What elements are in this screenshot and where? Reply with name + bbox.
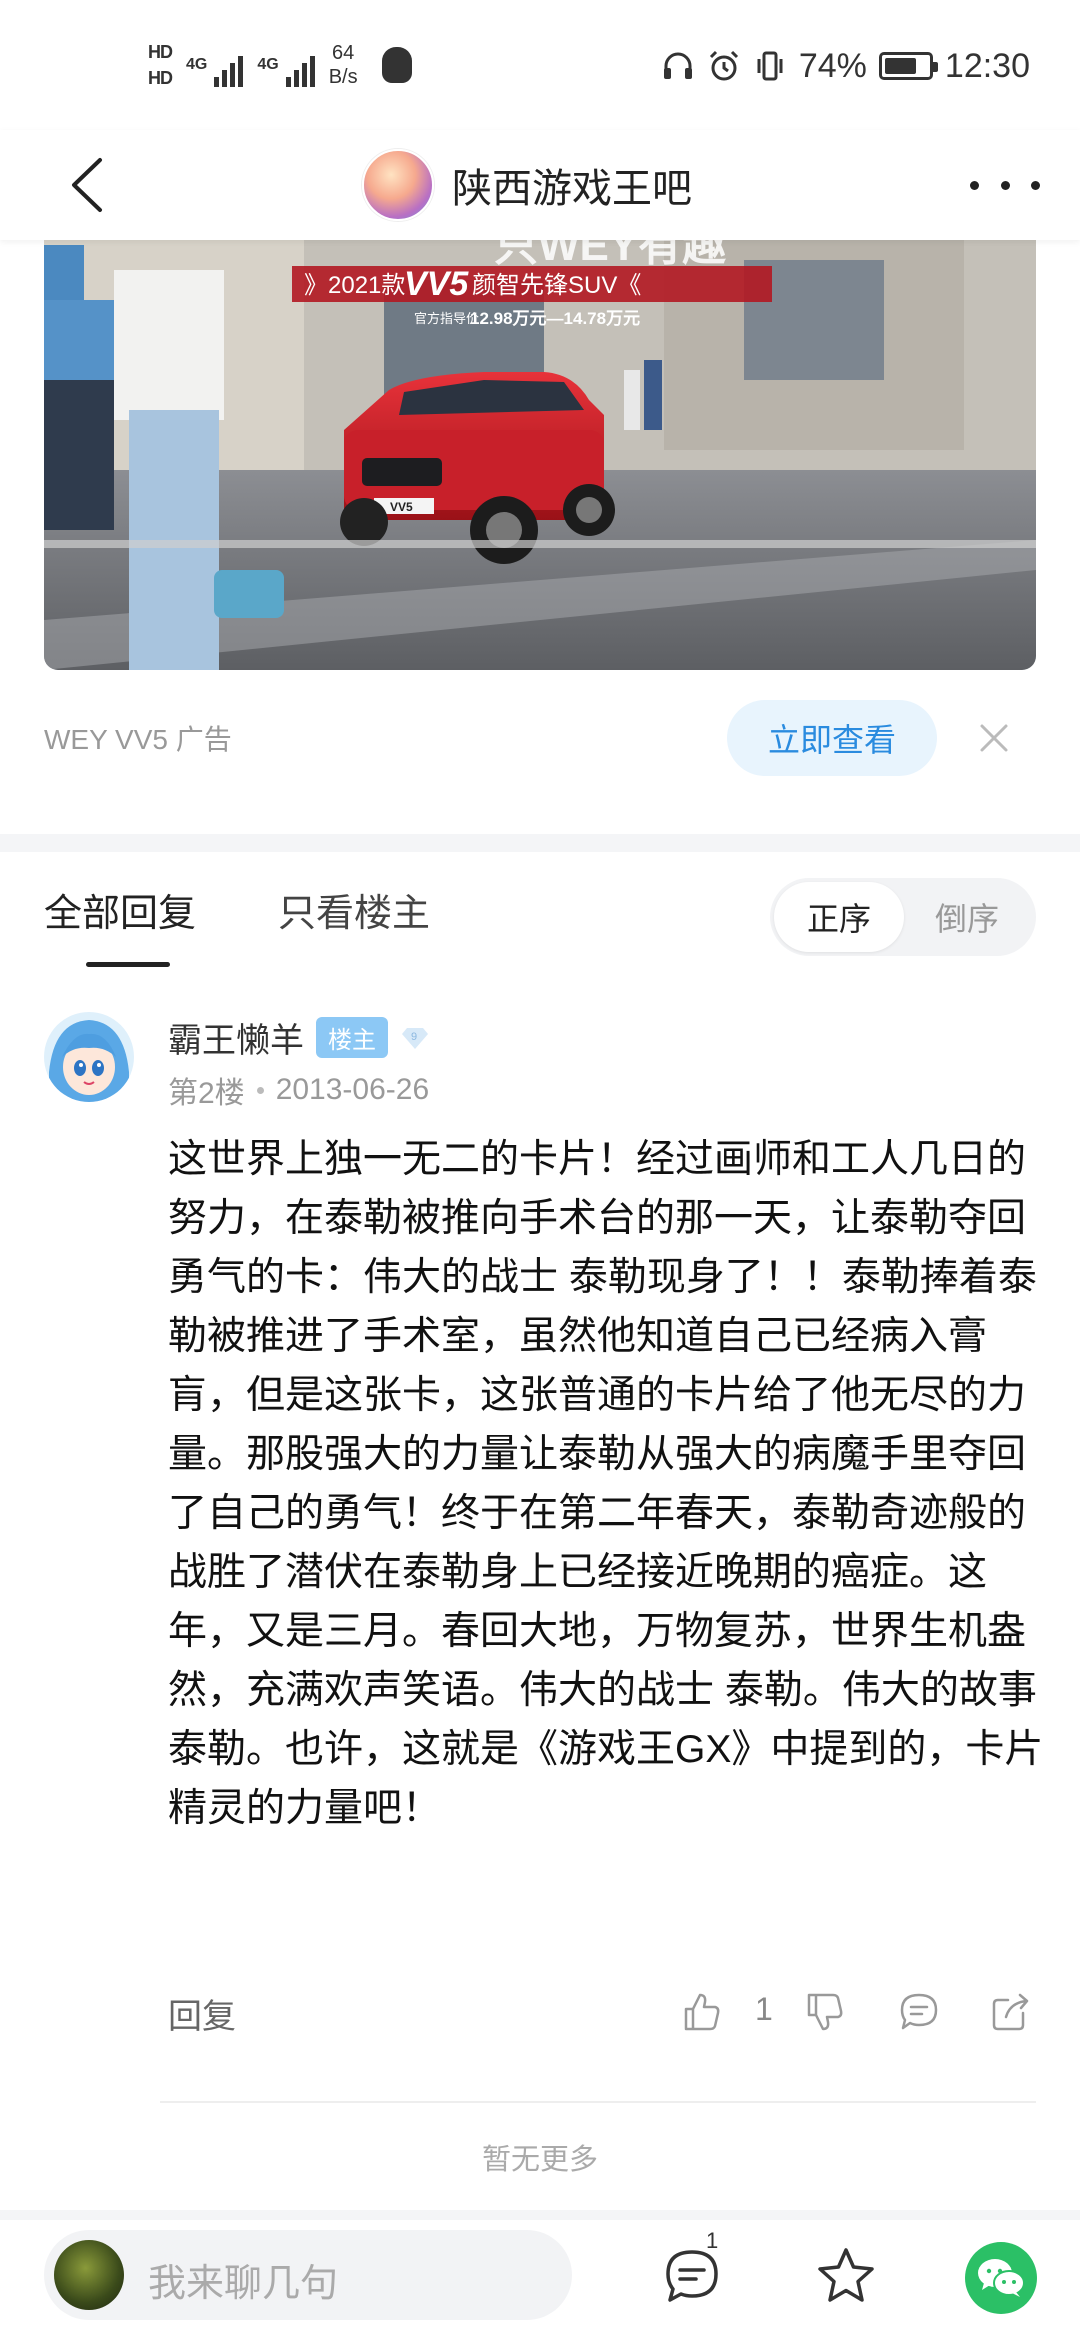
- signal-icon-2: 4G: [257, 43, 315, 87]
- sort-order-toggle: 正序 倒序: [770, 878, 1036, 956]
- wechat-icon: [978, 2259, 1025, 2297]
- ad-banner-image[interactable]: 只WEY有趣 》2021款 VV5 颜智先锋SUV《 官方指导价 12.98万元…: [44, 240, 1036, 670]
- list-end-divider: [160, 2101, 1036, 2103]
- share-icon[interactable]: [990, 1991, 1032, 2033]
- sort-descending-button[interactable]: 倒序: [902, 882, 1032, 952]
- ad-headline: 只WEY有趣: [494, 240, 726, 270]
- tab-all-replies[interactable]: 全部回复: [44, 882, 196, 937]
- clock: 12:30: [944, 46, 1030, 85]
- status-left: HD HD 4G 4G 64 B/s: [148, 30, 412, 100]
- bottom-bar: 我来聊几句 1: [0, 2220, 1080, 2340]
- owner-badge: 楼主: [316, 1016, 388, 1058]
- post-meta: 第2楼 2013-06-26: [168, 1068, 429, 1112]
- top-nav: 陕西游戏王吧: [0, 130, 1080, 240]
- meta-separator: [256, 1086, 264, 1094]
- ad-model: VV5: [404, 265, 469, 303]
- qq-icon: [381, 47, 412, 83]
- network-type-2: 4G: [257, 56, 279, 73]
- forum-header[interactable]: 陕西游戏王吧: [362, 138, 692, 232]
- tab-owner-only[interactable]: 只看楼主: [278, 882, 430, 937]
- network-type-1: 4G: [186, 56, 208, 73]
- post-content[interactable]: 这世界上独一无二的卡片！经过画师和工人几日的努力，在泰勒被推向手术台的那一天，让…: [168, 1130, 1044, 1838]
- headphones-icon: [663, 52, 692, 79]
- alarm-icon: [709, 50, 738, 81]
- battery-fill: [884, 58, 916, 74]
- no-more-text: 暂无更多: [481, 2144, 598, 2176]
- ad-source-label: WEY VV5 广告: [44, 724, 232, 755]
- level-number: 9: [411, 1031, 417, 1043]
- status-bar: HD HD 4G 4G 64 B/s 74% 12:30: [0, 0, 1080, 130]
- like-count: 1: [755, 1991, 773, 2027]
- thumb-up-icon[interactable]: [680, 1991, 722, 2033]
- status-right: 74% 12:30: [661, 38, 1030, 94]
- ad-plate: VV5: [390, 500, 413, 514]
- speed-unit: B/s: [328, 66, 358, 88]
- floor-number: 第2楼: [168, 1077, 245, 1110]
- hd-badge-2: HD: [148, 68, 173, 88]
- signal-icon-1: 4G: [186, 43, 244, 87]
- ad-info-row: WEY VV5 广告 立即查看: [44, 700, 1036, 776]
- comment-input-placeholder[interactable]: 我来聊几句: [148, 2252, 338, 2307]
- comment-count: 1: [706, 2228, 719, 2253]
- star-icon[interactable]: [814, 2244, 878, 2308]
- speed-value: 64: [332, 42, 355, 64]
- vibrate-icon: [757, 51, 783, 81]
- bottom-divider: [0, 2210, 1080, 2220]
- battery-icon: [878, 52, 938, 80]
- back-icon[interactable]: [60, 152, 120, 218]
- section-divider: [0, 834, 1080, 852]
- post-actions: 回复 1: [0, 1985, 1080, 2045]
- ad-tagline: 颜智先锋SUV《: [472, 272, 641, 299]
- comment-icon[interactable]: [898, 1991, 940, 2033]
- author-name[interactable]: 霸王懒羊: [168, 1013, 304, 1062]
- comment-input[interactable]: 我来聊几句: [44, 2230, 572, 2320]
- my-avatar: [54, 2240, 124, 2310]
- hd-indicators: HD HD: [148, 42, 173, 88]
- more-icon[interactable]: [970, 160, 1040, 210]
- avatar[interactable]: [44, 1012, 134, 1102]
- level-badge-icon: 9: [402, 1028, 428, 1049]
- hd-badge-1: HD: [148, 42, 173, 62]
- battery-percent: 74%: [798, 46, 867, 85]
- close-icon[interactable]: [974, 718, 1014, 758]
- post-date: 2013-06-26: [275, 1073, 430, 1106]
- sort-ascending-button[interactable]: 正序: [774, 882, 904, 952]
- reply-button[interactable]: 回复: [168, 1989, 236, 2038]
- ad-price: 12.98万元—14.78万元: [470, 309, 640, 328]
- author-row: 霸王懒羊 楼主 9: [168, 1014, 430, 1060]
- ad-year-model: 》2021款: [304, 272, 405, 299]
- wechat-share-button[interactable]: [965, 2242, 1037, 2314]
- thumb-down-icon[interactable]: [803, 1991, 845, 2033]
- active-tab-indicator: [86, 962, 170, 967]
- view-now-button[interactable]: 立即查看: [727, 700, 937, 776]
- forum-title[interactable]: 陕西游戏王吧: [452, 156, 692, 214]
- reply-tabs: 全部回复 只看楼主 正序 倒序: [0, 852, 1080, 972]
- forum-avatar[interactable]: [362, 149, 434, 221]
- network-speed: 64 B/s: [329, 41, 358, 89]
